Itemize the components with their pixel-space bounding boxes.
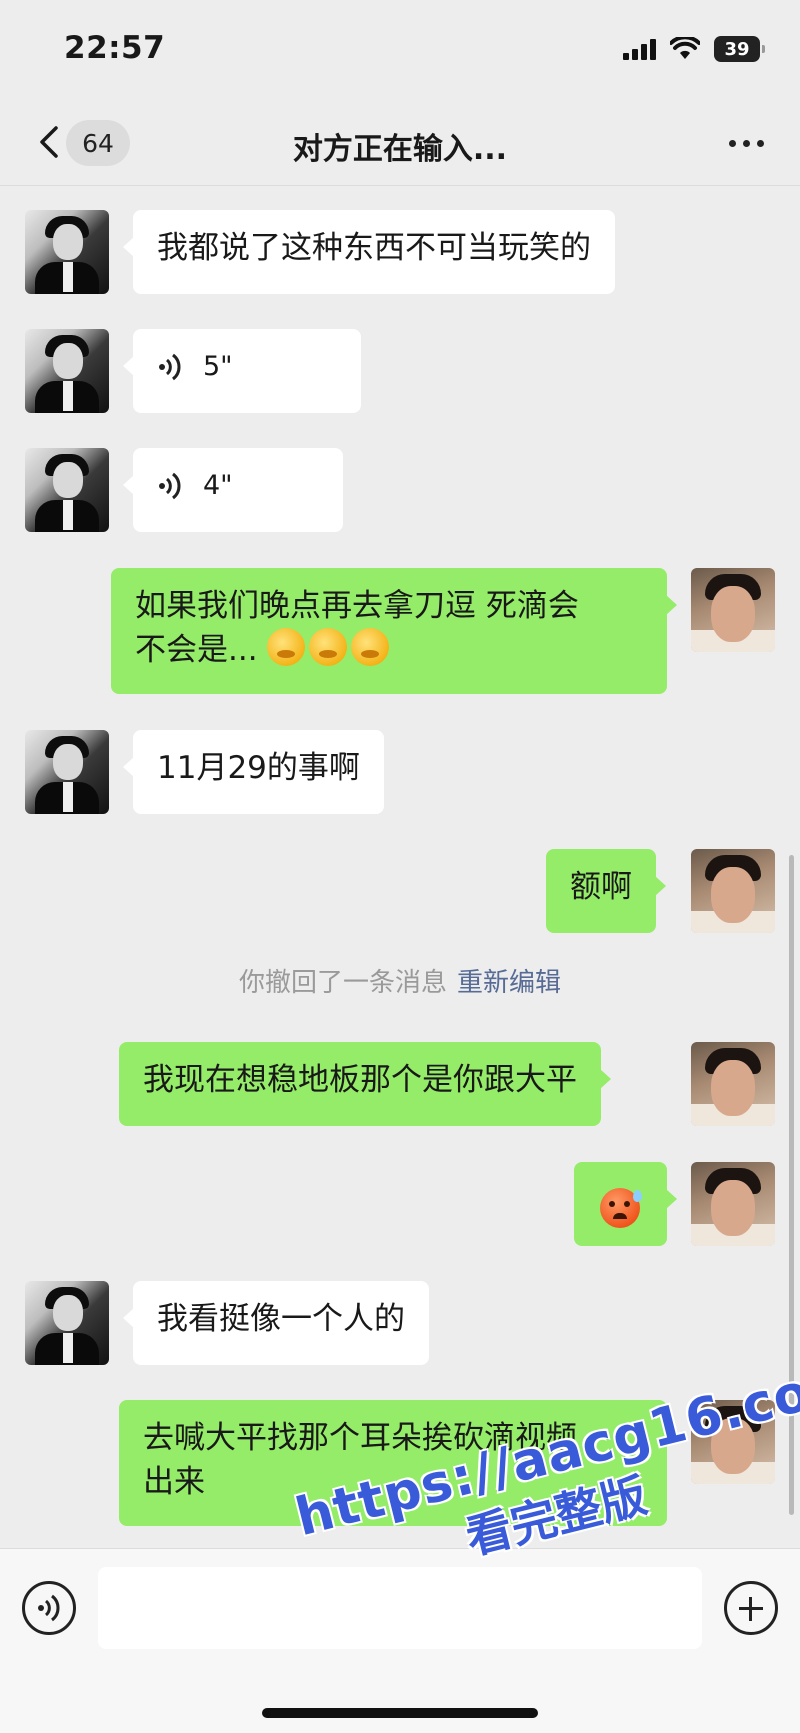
status-time: 22:57 bbox=[64, 30, 166, 66]
recall-notice: 你撤回了一条消息 重新编辑 bbox=[0, 962, 800, 999]
status-bar: 22:57 39 bbox=[0, 0, 800, 100]
voice-duration: 4" bbox=[203, 470, 233, 501]
voice-wave-icon bbox=[38, 1594, 60, 1622]
more-functions-plus-icon[interactable] bbox=[724, 1581, 778, 1635]
contact-avatar[interactable] bbox=[25, 210, 109, 294]
battery-level: 39 bbox=[724, 38, 750, 60]
message-text-line: 出来 bbox=[143, 1464, 205, 1500]
recall-notice-text: 你撤回了一条消息 bbox=[238, 968, 447, 998]
re-edit-link[interactable]: 重新编辑 bbox=[457, 968, 561, 998]
voice-message-bubble[interactable]: 5" bbox=[123, 329, 361, 413]
contact-avatar[interactable] bbox=[25, 329, 109, 413]
more-options-icon[interactable] bbox=[729, 140, 764, 147]
message-text: 我都说了这种东西不可当玩笑的 bbox=[157, 230, 591, 266]
message-text: 我现在想稳地板那个是你跟大平 bbox=[143, 1062, 577, 1098]
my-avatar[interactable] bbox=[691, 849, 775, 933]
cellular-signal-icon bbox=[623, 38, 656, 60]
smirk-emoji-icon bbox=[351, 628, 390, 666]
chat-scrollbar[interactable] bbox=[789, 855, 794, 1515]
received-message-bubble[interactable]: 我都说了这种东西不可当玩笑的 bbox=[123, 210, 615, 294]
voice-message-bubble[interactable]: 4" bbox=[123, 448, 343, 532]
voice-wave-icon bbox=[159, 472, 181, 500]
message-text: 我看挺像一个人的 bbox=[157, 1301, 405, 1337]
voice-input-button[interactable] bbox=[22, 1581, 76, 1635]
cold-sweat-emoji-icon bbox=[600, 1187, 642, 1228]
my-avatar[interactable] bbox=[691, 568, 775, 652]
smirk-emoji-icon bbox=[267, 628, 306, 666]
message-text-line: 如果我们晚点再去拿刀逗 死滴会 bbox=[135, 588, 579, 624]
sent-message-bubble[interactable]: 如果我们晚点再去拿刀逗 死滴会 不会是... bbox=[111, 568, 677, 694]
message-input[interactable] bbox=[98, 1567, 702, 1649]
voice-wave-icon bbox=[159, 353, 181, 381]
received-message-bubble[interactable]: 我看挺像一个人的 bbox=[123, 1281, 429, 1365]
contact-avatar[interactable] bbox=[25, 730, 109, 814]
message-text-line: 不会是... bbox=[135, 632, 258, 668]
smirk-emoji-icon bbox=[309, 628, 348, 666]
message-text: 11月29的事啊 bbox=[157, 750, 360, 786]
voice-duration: 5" bbox=[203, 351, 233, 382]
received-message-bubble[interactable]: 11月29的事啊 bbox=[123, 730, 384, 814]
sent-message-bubble[interactable]: 额啊 bbox=[546, 849, 666, 933]
wifi-icon bbox=[670, 37, 700, 59]
status-icons: 39 bbox=[623, 36, 765, 62]
message-text: 额啊 bbox=[570, 869, 632, 905]
my-avatar[interactable] bbox=[691, 1400, 775, 1484]
sent-message-bubble[interactable]: 我现在想稳地板那个是你跟大平 bbox=[119, 1042, 611, 1126]
battery-icon: 39 bbox=[714, 36, 765, 62]
home-indicator[interactable] bbox=[262, 1708, 538, 1718]
chat-input-bar bbox=[0, 1548, 800, 1733]
contact-avatar[interactable] bbox=[25, 1281, 109, 1365]
my-avatar[interactable] bbox=[691, 1162, 775, 1246]
sent-emoji-bubble[interactable] bbox=[574, 1162, 677, 1246]
sent-message-bubble[interactable]: 去喊大平找那个耳朵挨砍滴视频 出来 bbox=[119, 1400, 677, 1526]
my-avatar[interactable] bbox=[691, 1042, 775, 1126]
chat-header: 64 对方正在输入... bbox=[0, 100, 800, 186]
chat-title: 对方正在输入... bbox=[292, 132, 508, 167]
contact-avatar[interactable] bbox=[25, 448, 109, 532]
message-text-line: 去喊大平找那个耳朵挨砍滴视频 bbox=[143, 1420, 577, 1456]
